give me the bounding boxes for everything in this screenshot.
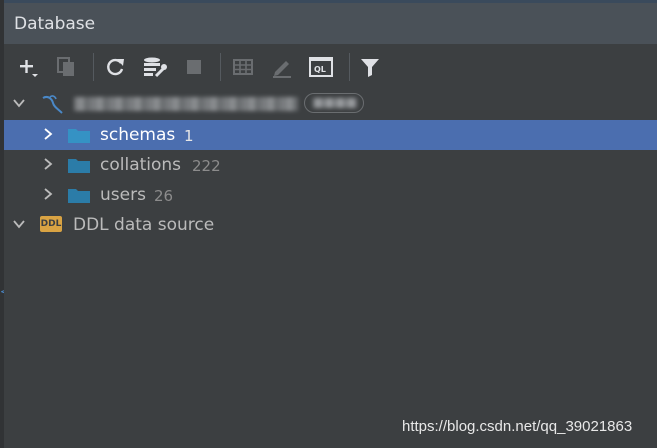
chevron-down-icon[interactable] (12, 96, 26, 110)
stop-icon (187, 60, 201, 74)
query-console-button[interactable]: QL (308, 54, 334, 80)
tree-row-collations[interactable]: collations 222 (4, 150, 657, 180)
chevron-right-icon[interactable] (41, 127, 55, 141)
data-source-name-redacted (74, 97, 298, 111)
tree-item-label: users (100, 185, 146, 205)
toolbar-separator (220, 53, 221, 81)
tool-window-title: Database (14, 14, 96, 34)
database-tool-window: Database QL schemas 1 collations 222 use… (4, 0, 657, 448)
folder-icon (68, 159, 90, 173)
chevron-right-icon[interactable] (41, 187, 55, 201)
data-source-badge-redacted (304, 93, 364, 113)
edit-icon (273, 61, 291, 78)
tree-item-label: collations (100, 155, 182, 175)
table-icon (233, 59, 253, 75)
filter-icon (361, 59, 379, 77)
duplicate-button[interactable] (53, 54, 79, 80)
refresh-button[interactable] (102, 54, 128, 80)
chevron-down-icon[interactable] (12, 217, 26, 231)
watermark-text: https://blog.csdn.net/qq_39021863 (402, 418, 633, 435)
tool-window-header: Database (4, 0, 657, 44)
query-console-icon: QL (309, 57, 333, 77)
badge-text-redacted (313, 98, 357, 108)
duplicate-icon (57, 57, 74, 76)
folder-icon (68, 129, 90, 143)
add-button[interactable] (15, 54, 41, 80)
tree-row-schemas[interactable]: schemas 1 (4, 120, 657, 150)
tree-row-ddl-data-source[interactable]: DDL DDL data source (4, 210, 657, 240)
filter-button[interactable] (357, 54, 383, 80)
toolbar-separator (349, 53, 350, 81)
data-source-properties-icon (144, 57, 167, 78)
toolbar-separator (93, 53, 94, 81)
tree-item-count: 1 (184, 127, 194, 145)
folder-icon (68, 189, 90, 203)
add-icon (20, 60, 38, 77)
tree-row-users[interactable]: users 26 (4, 180, 657, 210)
mysql-icon (42, 95, 63, 114)
chevron-right-icon[interactable] (41, 157, 55, 171)
refresh-icon (107, 58, 124, 76)
data-source-properties-button[interactable] (142, 54, 168, 80)
tree-item-label: schemas (100, 125, 176, 145)
tree-item-count: 26 (154, 187, 174, 205)
ddl-icon: DDL (40, 216, 62, 232)
table-view-button[interactable] (230, 54, 256, 80)
edit-button[interactable] (269, 54, 295, 80)
tree-item-count: 222 (192, 157, 221, 175)
console-icon-text: QL (314, 65, 326, 74)
tree-row-data-source[interactable] (4, 89, 657, 119)
stop-button[interactable] (181, 54, 207, 80)
database-toolbar: QL (4, 44, 657, 89)
tree-item-label: DDL data source (73, 215, 215, 235)
